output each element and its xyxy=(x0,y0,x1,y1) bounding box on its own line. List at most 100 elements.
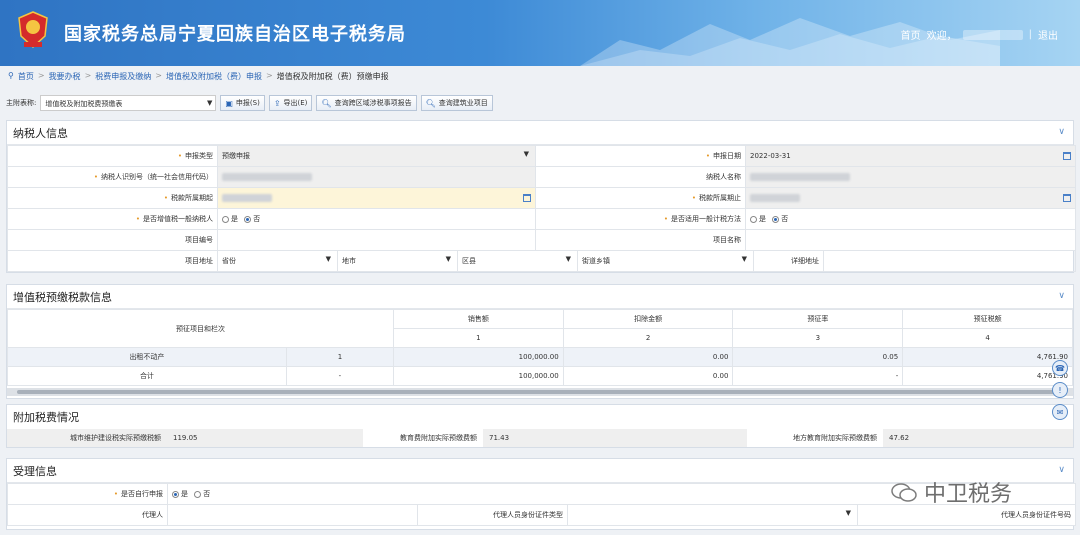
period-start-field[interactable] xyxy=(217,187,536,209)
self-declare-yes-radio[interactable] xyxy=(172,490,179,498)
detail-addr-input[interactable] xyxy=(824,252,1075,271)
general-taxpayer-yes-radio[interactable] xyxy=(222,215,229,223)
vat-col-deduct: 扣除金额 xyxy=(562,309,734,329)
wechat-watermark: 中卫税务 xyxy=(890,476,1012,508)
taxpayer-name-field xyxy=(745,166,1076,188)
taxpayer-panel-title: 纳税人信息 ∨ xyxy=(7,121,1073,145)
chevron-down-icon: ▼ xyxy=(445,255,451,263)
side-tools: ☎ ! ✉ xyxy=(1052,360,1068,420)
vat-idx: 4 xyxy=(902,328,1073,348)
agent-id-type-label: 代理人员身份证件类型 xyxy=(417,504,568,526)
accept-title: 受理信息 xyxy=(13,464,57,478)
vat-row-rate: - xyxy=(732,366,904,386)
breadcrumb-sep: > xyxy=(265,71,273,80)
project-name-input[interactable] xyxy=(745,229,1076,251)
export-button[interactable]: ⇪ 导出(E) xyxy=(268,95,313,111)
vat-col-rate: 预征率 xyxy=(732,309,904,329)
home-link[interactable]: 首页 xyxy=(901,27,921,42)
table-row: 出租不动产 1 100,000.00 0.00 0.05 4,761.90 xyxy=(7,347,1073,367)
vat-row-sales[interactable]: 100,000.00 xyxy=(392,347,564,367)
chevron-down-icon: ▼ xyxy=(523,150,529,158)
query-cross-region-label: 查询跨区域涉税事项报告 xyxy=(334,99,412,107)
vat-title: 增值税预缴税款信息 xyxy=(13,290,112,304)
taxpayer-panel: 纳税人信息 ∨ • 申报类型 预缴申报 ▼ • 申报日期 2022-03-31 • 纳税… xyxy=(6,120,1076,273)
message-icon[interactable]: ✉ xyxy=(1052,404,1068,420)
declare-button[interactable]: ▣ 申报(S) xyxy=(220,95,265,111)
separator: | xyxy=(1028,29,1032,40)
chevron-down-icon[interactable]: ∨ xyxy=(1058,291,1065,301)
query-project-button[interactable]: 🔍︎ 查询建筑业项目 xyxy=(420,95,493,111)
form-select-value: 增值税及附加税费预缴表 xyxy=(45,100,123,108)
vat-col-project: 预征项目和栏次 xyxy=(7,309,394,348)
export-button-label: 导出(E) xyxy=(283,99,308,107)
calendar-icon[interactable] xyxy=(1063,152,1071,160)
urban-tax-label: 城市维护建设税实际预缴税额 xyxy=(7,429,167,447)
breadcrumb-sep: > xyxy=(37,71,45,80)
vat-table: 预征项目和栏次 销售额 扣除金额 预征率 预征税额 1 2 3 4 出租不动产 … xyxy=(7,309,1073,386)
watermark-text: 中卫税务 xyxy=(924,482,1013,507)
calendar-icon[interactable] xyxy=(523,194,531,202)
vat-row-deduct: 0.00 xyxy=(562,366,734,386)
form-select-label: 主附表称: xyxy=(6,99,37,107)
period-end-field[interactable] xyxy=(745,187,1076,209)
search-icon: 🔍︎ xyxy=(425,98,436,108)
chevron-down-icon[interactable]: ∨ xyxy=(1058,127,1065,137)
declare-type-select[interactable]: 预缴申报 ▼ xyxy=(217,145,536,167)
general-method-radios: 是 否 xyxy=(745,208,1076,230)
vat-col-sales: 销售额 xyxy=(392,309,564,329)
vat-idx: 3 xyxy=(732,328,904,348)
query-cross-region-button[interactable]: 🔍︎ 查询跨区域涉税事项报告 xyxy=(316,95,417,111)
street-select[interactable]: 街道乡镇 ▼ xyxy=(578,251,754,271)
general-method-no-radio[interactable] xyxy=(772,215,780,223)
edu-fee-value: 71.43 xyxy=(483,429,747,447)
taxpayer-name-label: 纳税人名称 xyxy=(535,166,746,188)
period-end-label: • 税款所属期止 xyxy=(535,187,746,209)
general-taxpayer-no-radio[interactable] xyxy=(244,215,252,223)
district-select[interactable]: 区县 ▼ xyxy=(458,251,578,271)
breadcrumb-vat[interactable]: 增值税及附加税（费）申报 xyxy=(166,71,262,82)
username-blurred xyxy=(962,29,1023,40)
self-declare-no-radio[interactable] xyxy=(194,490,202,498)
general-method-yes-radio[interactable] xyxy=(750,215,757,223)
service-icon[interactable]: ☎ xyxy=(1052,360,1068,376)
table-row: 合计 - 100,000.00 0.00 - 4,761.90 xyxy=(7,366,1073,386)
vat-row-no: 1 xyxy=(285,347,394,367)
wechat-icon xyxy=(891,483,917,502)
surtax-row: 城市维护建设税实际预缴税额 119.05 教育费附加实际预缴费额 71.43 地… xyxy=(7,429,1073,447)
chevron-down-icon: ▼ xyxy=(845,509,851,517)
breadcrumb-home[interactable]: 首页 xyxy=(18,71,34,82)
vat-col-tax: 预征税额 xyxy=(902,309,1073,329)
local-edu-label: 地方教育附加实际预缴费额 xyxy=(747,429,883,447)
agent-input[interactable] xyxy=(167,504,418,526)
horizontal-scrollbar[interactable] xyxy=(7,388,1073,396)
site-header: 国家税务总局宁夏回族自治区电子税务局 首页 欢迎， | 退出 xyxy=(0,0,1080,66)
local-edu-value: 47.62 xyxy=(883,429,1073,447)
vat-panel: 增值税预缴税款信息 ∨ 预征项目和栏次 销售额 扣除金额 预征率 预征税额 1 … xyxy=(6,284,1074,399)
project-no-input[interactable] xyxy=(217,229,536,251)
vat-idx: 1 xyxy=(392,328,564,348)
surtax-panel-title: 附加税费情况 xyxy=(7,405,1073,429)
province-select[interactable]: 省份 ▼ xyxy=(219,251,338,271)
scrollbar-thumb[interactable] xyxy=(17,390,1057,394)
chevron-down-icon: ▼ xyxy=(325,255,331,263)
vat-row-tax: 4,761.90 xyxy=(902,347,1073,367)
vat-row-deduct[interactable]: 0.00 xyxy=(562,347,734,367)
logout-link[interactable]: 退出 xyxy=(1038,27,1058,42)
city-select[interactable]: 地市 ▼ xyxy=(338,251,458,271)
declare-date-field[interactable]: 2022-03-31 xyxy=(745,145,1076,167)
help-icon[interactable]: ! xyxy=(1052,382,1068,398)
vat-panel-title: 增值税预缴税款信息 ∨ xyxy=(7,285,1073,309)
breadcrumb-declare[interactable]: 税费申报及缴纳 xyxy=(95,71,151,82)
vat-row-name: 出租不动产 xyxy=(7,347,287,367)
breadcrumb-tax[interactable]: 我要办税 xyxy=(49,71,81,82)
chevron-down-icon[interactable]: ∨ xyxy=(1058,465,1065,475)
taxpayer-title: 纳税人信息 xyxy=(13,126,68,140)
declare-type-label: • 申报类型 xyxy=(7,145,218,167)
detail-addr-label: 详细地址 xyxy=(754,251,824,271)
agent-id-type-select[interactable]: ▼ xyxy=(567,504,858,526)
form-select[interactable]: 增值税及附加税费预缴表 ▼ xyxy=(40,95,217,111)
general-taxpayer-radios: 是 否 xyxy=(217,208,536,230)
surtax-panel: 附加税费情况 城市维护建设税实际预缴税额 119.05 教育费附加实际预缴费额 … xyxy=(6,404,1074,448)
breadcrumb: ⚲ 首页 > 我要办税 > 税费申报及缴纳 > 增值税及附加税（费）申报 > 增… xyxy=(8,71,389,82)
calendar-icon[interactable] xyxy=(1063,194,1071,202)
